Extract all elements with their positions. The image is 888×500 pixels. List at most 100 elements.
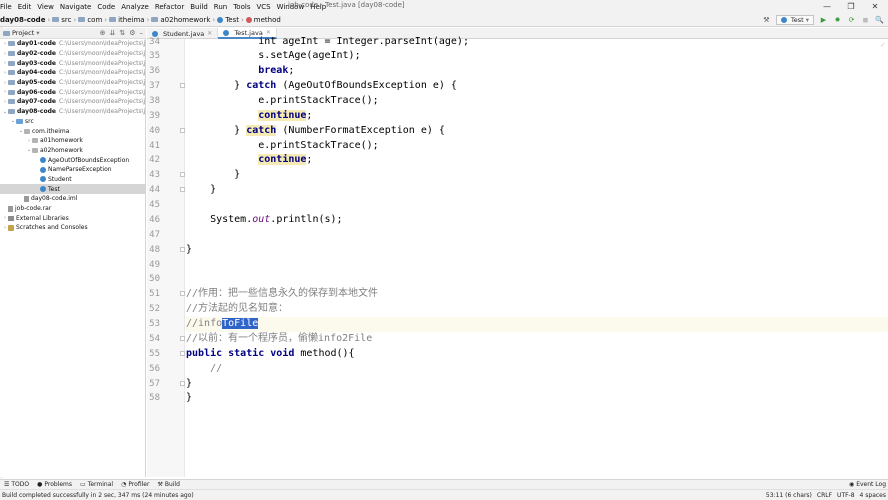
fold-marker-icon[interactable] [180, 246, 185, 252]
tool-problems-button[interactable]: ● Problems [33, 481, 76, 488]
run-icon[interactable]: ▶ [819, 16, 828, 25]
code-line[interactable]: System.out.println(s); [186, 214, 342, 226]
code-line[interactable]: } catch (NumberFormatException e) { [186, 124, 445, 137]
code-line[interactable]: // [186, 363, 222, 375]
menu-code[interactable]: Code [94, 3, 118, 11]
code-line[interactable]: int ageInt = Integer.parseInt(age); [186, 36, 469, 48]
code-line[interactable]: //以前：有一个程序员，偷懒info2File [186, 333, 372, 345]
line-number: 57 [149, 378, 160, 389]
code-line[interactable]: //作用：把一些信息永久的保存到本地文件 [186, 288, 378, 300]
fold-marker-icon[interactable] [180, 350, 185, 356]
tree-item-day08-code-iml[interactable]: day08-code.iml [0, 194, 145, 204]
inspection-check-icon[interactable]: ✓ [880, 41, 886, 49]
menu-vcs[interactable]: VCS [253, 3, 273, 11]
fold-marker-icon[interactable] [180, 187, 185, 193]
breadcrumb-item[interactable]: a02homework [151, 16, 210, 24]
tree-item-a01homework[interactable]: › a01homework [0, 136, 145, 146]
tree-item-external-libraries[interactable]: › External Libraries [0, 213, 145, 223]
status-message[interactable]: Build completed successfully in 2 sec, 3… [0, 492, 194, 499]
menu-build[interactable]: Build [187, 3, 211, 11]
breadcrumb-item[interactable]: method [245, 16, 281, 24]
code-line[interactable]: } [186, 244, 192, 256]
run-config-dropdown[interactable]: Test ▾ [775, 15, 814, 25]
build-hammer-icon[interactable]: ⚒ [762, 16, 771, 25]
code-line[interactable]: e.printStackTrace(); [186, 95, 378, 107]
chevron-down-icon[interactable]: ▾ [36, 29, 39, 37]
tool-profiler-button[interactable]: ◔ Profiler [117, 481, 153, 488]
code-line[interactable]: e.printStackTrace(); [186, 140, 378, 152]
menu-view[interactable]: View [34, 3, 57, 11]
code-line[interactable]: } catch (AgeOutOfBoundsException e) { [186, 80, 457, 92]
tree-item-day06-code[interactable]: ›day06-codeC:\Users\moon\IdeaProjects\jo… [0, 87, 145, 97]
tree-item-day02-code[interactable]: ›day02-codeC:\Users\moon\IdeaProjects\jo… [0, 49, 145, 59]
search-icon[interactable]: 🔍 [875, 16, 884, 25]
menu-run[interactable]: Run [211, 3, 230, 11]
tree-item-com-itheima[interactable]: ⌄ com.itheima [0, 126, 145, 136]
gear-icon[interactable]: ⚙ [129, 28, 135, 39]
line-separator[interactable]: CRLF [817, 492, 832, 499]
tree-item-student[interactable]: Student [0, 175, 145, 185]
locate-icon[interactable]: ⊕ [100, 28, 106, 39]
tree-item-day04-code[interactable]: ›day04-codeC:\Users\moon\IdeaProjects\jo… [0, 68, 145, 78]
module-folder-icon [8, 109, 15, 115]
tree-item-a02homework[interactable]: ⌄ a02homework [0, 146, 145, 156]
code-line[interactable]: break; [186, 65, 294, 77]
minimize-button[interactable]: — [816, 0, 838, 13]
tree-item-day03-code[interactable]: ›day03-codeC:\Users\moon\IdeaProjects\jo… [0, 58, 145, 68]
tree-item-ageoutofboundsexception[interactable]: AgeOutOfBoundsException [0, 155, 145, 165]
fold-marker-icon[interactable] [180, 83, 185, 89]
breadcrumb-item[interactable]: Test [217, 16, 239, 24]
menu-navigate[interactable]: Navigate [57, 3, 94, 11]
menu-edit[interactable]: Edit [15, 3, 35, 11]
indent-setting[interactable]: 4 spaces [860, 492, 886, 499]
code-line[interactable]: //infoToFile [186, 318, 259, 330]
tree-item-day08-code[interactable]: ⌄day08-codeC:\Users\moon\IdeaProjects\jo… [0, 107, 145, 117]
tree-item-day07-code[interactable]: ›day07-codeC:\Users\moon\IdeaProjects\jo… [0, 97, 145, 107]
tree-item-day05-code[interactable]: ›day05-codeC:\Users\moon\IdeaProjects\jo… [0, 78, 145, 88]
fold-marker-icon[interactable] [180, 291, 185, 297]
code-line[interactable]: continue; [186, 109, 312, 122]
expand-all-icon[interactable]: ⇅ [119, 28, 125, 39]
breadcrumb-item[interactable]: itheima [109, 16, 145, 24]
menu-refactor[interactable]: Refactor [152, 3, 187, 11]
breadcrumb-item[interactable]: src [52, 16, 72, 24]
tree-item-scratches-and-consoles[interactable]: › Scratches and Consoles [0, 223, 145, 233]
tree-item-src[interactable]: ⌄ src [0, 117, 145, 127]
caret-position[interactable]: 53:11 (6 chars) [766, 492, 812, 499]
breadcrumb-item[interactable]: day08-code [0, 16, 45, 24]
file-encoding[interactable]: UTF-8 [837, 492, 855, 499]
code-line[interactable]: } [186, 169, 240, 181]
menu-analyze[interactable]: Analyze [118, 3, 152, 11]
fold-marker-icon[interactable] [180, 172, 185, 178]
code-line[interactable]: //方法起的见名知意： [186, 303, 288, 315]
fold-marker-icon[interactable] [180, 335, 185, 341]
tool-label: Build [164, 481, 180, 488]
breadcrumb-item[interactable]: com [78, 16, 102, 24]
code-line[interactable]: continue; [186, 154, 312, 166]
debug-icon[interactable]: ✹ [833, 16, 842, 25]
collapse-all-icon[interactable]: ⇊ [109, 28, 115, 39]
code-line[interactable]: s.setAge(ageInt); [186, 50, 360, 62]
code-line[interactable]: } [186, 184, 216, 196]
tree-item-day01-code[interactable]: ›day01-codeC:\Users\moon\IdeaProjects\jo… [0, 39, 145, 49]
tool-terminal-button[interactable]: ▭ Terminal [76, 481, 117, 488]
tree-item-nameparseexception[interactable]: NameParseException [0, 165, 145, 175]
menu-file[interactable]: File [0, 3, 15, 11]
tree-item-job-code-rar[interactable]: job-code.rar [0, 204, 145, 214]
hide-icon[interactable]: – [140, 28, 144, 39]
stop-icon[interactable]: ◼ [861, 16, 870, 25]
fold-marker-icon[interactable] [180, 127, 185, 133]
close-window-button[interactable]: ✕ [864, 0, 886, 13]
coverage-icon[interactable]: ⟳ [847, 16, 856, 25]
code-line[interactable]: } [186, 392, 192, 404]
tool-build-button[interactable]: ⚒ Build [153, 481, 183, 488]
code-line[interactable]: } [186, 378, 192, 390]
tree-item-test[interactable]: Test [0, 184, 145, 194]
code-line[interactable]: public static void method(){ [186, 348, 355, 360]
project-panel-title[interactable]: Project [12, 29, 34, 37]
maximize-button[interactable]: ❐ [840, 0, 862, 13]
fold-marker-icon[interactable] [180, 380, 185, 386]
menu-tools[interactable]: Tools [230, 3, 253, 11]
line-number: 44 [149, 185, 160, 196]
tool-todo-button[interactable]: ☰ TODO [0, 481, 33, 488]
